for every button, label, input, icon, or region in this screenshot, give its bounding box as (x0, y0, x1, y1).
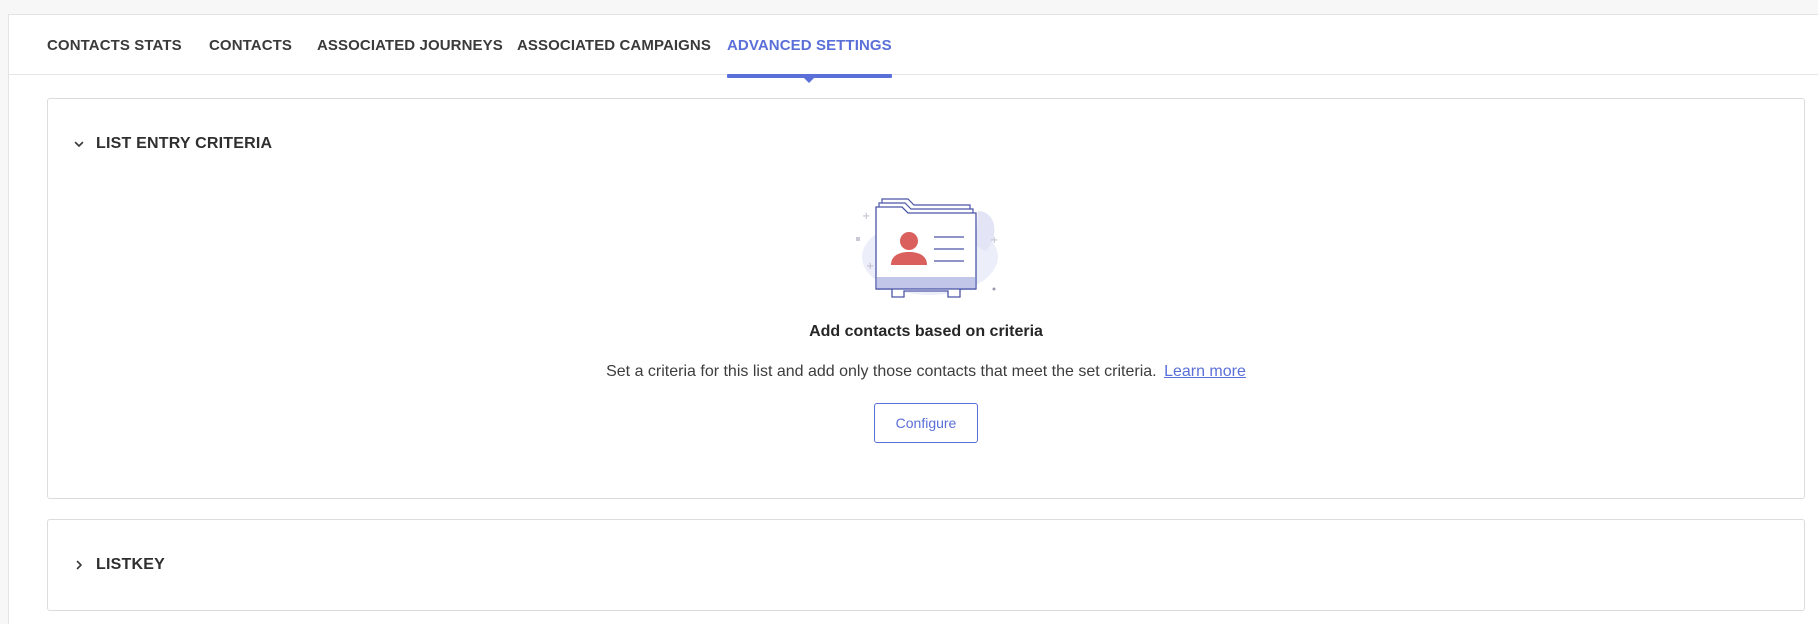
list-entry-criteria-header[interactable]: LIST ENTRY CRITERIA (72, 99, 272, 189)
tab-label: ASSOCIATED JOURNEYS (317, 36, 503, 54)
tab-label: ADVANCED SETTINGS (727, 36, 892, 54)
tab-label: CONTACTS (209, 36, 293, 54)
listkey-header[interactable]: LISTKEY (72, 520, 165, 610)
configure-button[interactable]: Configure (874, 403, 978, 443)
svg-text:+: + (990, 235, 998, 246)
svg-text:+: + (866, 261, 874, 272)
chevron-down-icon (74, 141, 84, 147)
empty-state-description: Set a criteria for this list and add onl… (606, 363, 1246, 381)
tab-active-caret (804, 78, 815, 83)
contact-folder-icon: + + + (856, 198, 998, 298)
list-entry-criteria-title: LIST ENTRY CRITERIA (96, 135, 273, 152)
tab-associated-campaigns[interactable]: ASSOCIATED CAMPAIGNS (517, 15, 711, 75)
listkey-panel: LISTKEY (47, 519, 1805, 611)
empty-state-description-text: Set a criteria for this list and add onl… (606, 363, 1157, 380)
empty-state-title: Add contacts based on criteria (809, 323, 1043, 340)
tab-contacts[interactable]: CONTACTS (209, 15, 292, 75)
list-entry-criteria-panel: LIST ENTRY CRITERIA + + + Add contacts b… (47, 98, 1805, 499)
listkey-title: LISTKEY (96, 556, 165, 573)
tab-advanced-settings[interactable]: ADVANCED SETTINGS (727, 15, 892, 83)
advanced-settings-page: CONTACTS STATS CONTACTS ASSOCIATED JOURN… (8, 14, 1818, 624)
svg-text:+: + (862, 211, 870, 222)
learn-more-link[interactable]: Learn more (1164, 363, 1246, 380)
tab-bar: CONTACTS STATS CONTACTS ASSOCIATED JOURN… (9, 15, 1818, 83)
empty-state: + + + Add contacts based on criteria Set… (48, 191, 1804, 443)
chevron-right-icon (76, 560, 82, 570)
tab-label: CONTACTS STATS (47, 36, 182, 54)
tab-associated-journeys[interactable]: ASSOCIATED JOURNEYS (317, 15, 503, 75)
tab-label: ASSOCIATED CAMPAIGNS (517, 36, 711, 54)
tab-contacts-stats[interactable]: CONTACTS STATS (47, 15, 182, 75)
